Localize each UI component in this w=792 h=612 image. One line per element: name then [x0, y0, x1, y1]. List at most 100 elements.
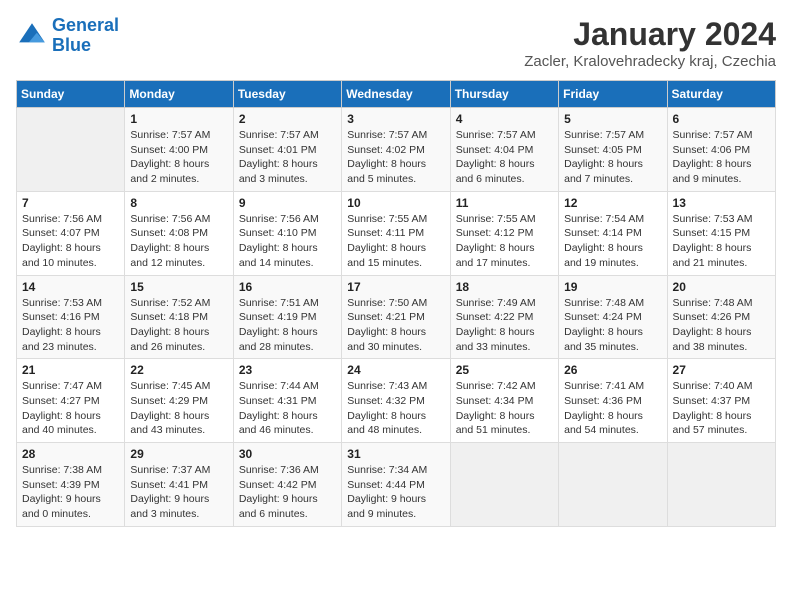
day-info: Sunrise: 7:53 AMSunset: 4:15 PMDaylight:…	[673, 212, 770, 271]
day-info: Sunrise: 7:57 AMSunset: 4:00 PMDaylight:…	[130, 128, 227, 187]
day-cell: 19 Sunrise: 7:48 AMSunset: 4:24 PMDayligh…	[559, 275, 667, 359]
day-number: 17	[347, 280, 444, 294]
logo-icon	[16, 20, 48, 52]
day-cell	[450, 443, 558, 527]
day-cell: 3 Sunrise: 7:57 AMSunset: 4:02 PMDaylight…	[342, 108, 450, 192]
day-cell: 13Sunrise: 7:53 AMSunset: 4:15 PMDayligh…	[667, 191, 775, 275]
day-number: 21	[22, 363, 119, 377]
day-info: Sunrise: 7:57 AMSunset: 4:04 PMDaylight:…	[456, 128, 553, 187]
day-info: Sunrise: 7:57 AMSunset: 4:01 PMDaylight:…	[239, 128, 336, 187]
col-header-thursday: Thursday	[450, 81, 558, 108]
day-info: Sunrise: 7:40 AMSunset: 4:37 PMDaylight:…	[673, 379, 770, 438]
day-info: Sunrise: 7:53 AMSunset: 4:16 PMDaylight:…	[22, 296, 119, 355]
day-number: 14	[22, 280, 119, 294]
day-info: Sunrise: 7:50 AMSunset: 4:21 PMDaylight:…	[347, 296, 444, 355]
day-number: 1	[130, 112, 227, 126]
day-cell: 18Sunrise: 7:49 AMSunset: 4:22 PMDayligh…	[450, 275, 558, 359]
day-info: Sunrise: 7:49 AMSunset: 4:22 PMDaylight:…	[456, 296, 553, 355]
header: General Blue January 2024 Zacler, Kralov…	[16, 16, 776, 70]
day-number: 20	[673, 280, 770, 294]
day-number: 30	[239, 447, 336, 461]
day-number: 23	[239, 363, 336, 377]
day-cell: 12 Sunrise: 7:54 AMSunset: 4:14 PMDayligh…	[559, 191, 667, 275]
week-row-3: 21 Sunrise: 7:47 AMSunset: 4:27 PMDayligh…	[17, 359, 776, 443]
day-cell: 8 Sunrise: 7:56 AMSunset: 4:08 PMDaylight…	[125, 191, 233, 275]
col-header-saturday: Saturday	[667, 81, 775, 108]
day-cell: 16 Sunrise: 7:51 AMSunset: 4:19 PMDayligh…	[233, 275, 341, 359]
day-info: Sunrise: 7:55 AMSunset: 4:12 PMDaylight:…	[456, 212, 553, 271]
day-number: 31	[347, 447, 444, 461]
day-cell: 23 Sunrise: 7:44 AMSunset: 4:31 PMDayligh…	[233, 359, 341, 443]
day-number: 19	[564, 280, 661, 294]
week-row-0: 1 Sunrise: 7:57 AMSunset: 4:00 PMDaylight…	[17, 108, 776, 192]
day-number: 26	[564, 363, 661, 377]
day-number: 8	[130, 196, 227, 210]
col-header-tuesday: Tuesday	[233, 81, 341, 108]
day-cell: 1 Sunrise: 7:57 AMSunset: 4:00 PMDaylight…	[125, 108, 233, 192]
week-row-4: 28 Sunrise: 7:38 AMSunset: 4:39 PMDayligh…	[17, 443, 776, 527]
day-cell: 5 Sunrise: 7:57 AMSunset: 4:05 PMDaylight…	[559, 108, 667, 192]
day-info: Sunrise: 7:57 AMSunset: 4:02 PMDaylight:…	[347, 128, 444, 187]
day-cell: 22 Sunrise: 7:45 AMSunset: 4:29 PMDayligh…	[125, 359, 233, 443]
day-info: Sunrise: 7:51 AMSunset: 4:19 PMDaylight:…	[239, 296, 336, 355]
day-cell: 17 Sunrise: 7:50 AMSunset: 4:21 PMDayligh…	[342, 275, 450, 359]
day-info: Sunrise: 7:44 AMSunset: 4:31 PMDaylight:…	[239, 379, 336, 438]
day-info: Sunrise: 7:57 AMSunset: 4:06 PMDaylight:…	[673, 128, 770, 187]
day-cell: 11 Sunrise: 7:55 AMSunset: 4:12 PMDayligh…	[450, 191, 558, 275]
day-info: Sunrise: 7:57 AMSunset: 4:05 PMDaylight:…	[564, 128, 661, 187]
day-info: Sunrise: 7:43 AMSunset: 4:32 PMDaylight:…	[347, 379, 444, 438]
header-row: SundayMondayTuesdayWednesdayThursdayFrid…	[17, 81, 776, 108]
day-info: Sunrise: 7:42 AMSunset: 4:34 PMDaylight:…	[456, 379, 553, 438]
day-cell: 15 Sunrise: 7:52 AMSunset: 4:18 PMDayligh…	[125, 275, 233, 359]
day-cell: 27Sunrise: 7:40 AMSunset: 4:37 PMDayligh…	[667, 359, 775, 443]
day-number: 15	[130, 280, 227, 294]
col-header-monday: Monday	[125, 81, 233, 108]
day-number: 7	[22, 196, 119, 210]
day-number: 2	[239, 112, 336, 126]
day-info: Sunrise: 7:45 AMSunset: 4:29 PMDaylight:…	[130, 379, 227, 438]
col-header-wednesday: Wednesday	[342, 81, 450, 108]
day-info: Sunrise: 7:56 AMSunset: 4:08 PMDaylight:…	[130, 212, 227, 271]
day-number: 3	[347, 112, 444, 126]
day-number: 22	[130, 363, 227, 377]
day-cell: 4 Sunrise: 7:57 AMSunset: 4:04 PMDaylight…	[450, 108, 558, 192]
day-cell: 26Sunrise: 7:41 AMSunset: 4:36 PMDayligh…	[559, 359, 667, 443]
day-info: Sunrise: 7:38 AMSunset: 4:39 PMDaylight:…	[22, 463, 119, 522]
day-cell: 20 Sunrise: 7:48 AMSunset: 4:26 PMDayligh…	[667, 275, 775, 359]
day-cell: 9 Sunrise: 7:56 AMSunset: 4:10 PMDaylight…	[233, 191, 341, 275]
day-number: 6	[673, 112, 770, 126]
day-info: Sunrise: 7:54 AMSunset: 4:14 PMDaylight:…	[564, 212, 661, 271]
title-area: January 2024 Zacler, Kralovehradecky kra…	[524, 16, 776, 70]
col-header-friday: Friday	[559, 81, 667, 108]
day-number: 29	[130, 447, 227, 461]
day-number: 5	[564, 112, 661, 126]
day-info: Sunrise: 7:52 AMSunset: 4:18 PMDaylight:…	[130, 296, 227, 355]
day-info: Sunrise: 7:56 AMSunset: 4:07 PMDaylight:…	[22, 212, 119, 271]
day-info: Sunrise: 7:47 AMSunset: 4:27 PMDaylight:…	[22, 379, 119, 438]
day-info: Sunrise: 7:37 AMSunset: 4:41 PMDaylight:…	[130, 463, 227, 522]
day-info: Sunrise: 7:36 AMSunset: 4:42 PMDaylight:…	[239, 463, 336, 522]
day-cell: 29 Sunrise: 7:37 AMSunset: 4:41 PMDayligh…	[125, 443, 233, 527]
logo-text: General Blue	[52, 16, 119, 56]
day-number: 9	[239, 196, 336, 210]
day-number: 24	[347, 363, 444, 377]
month-title: January 2024	[524, 16, 776, 53]
day-info: Sunrise: 7:48 AMSunset: 4:24 PMDaylight:…	[564, 296, 661, 355]
week-row-1: 7 Sunrise: 7:56 AMSunset: 4:07 PMDaylight…	[17, 191, 776, 275]
logo-line2: Blue	[52, 35, 91, 55]
day-number: 11	[456, 196, 553, 210]
day-cell: 2 Sunrise: 7:57 AMSunset: 4:01 PMDaylight…	[233, 108, 341, 192]
day-cell	[559, 443, 667, 527]
day-cell: 28 Sunrise: 7:38 AMSunset: 4:39 PMDayligh…	[17, 443, 125, 527]
day-cell: 21 Sunrise: 7:47 AMSunset: 4:27 PMDayligh…	[17, 359, 125, 443]
day-number: 16	[239, 280, 336, 294]
day-cell: 7 Sunrise: 7:56 AMSunset: 4:07 PMDaylight…	[17, 191, 125, 275]
day-number: 28	[22, 447, 119, 461]
day-number: 4	[456, 112, 553, 126]
day-info: Sunrise: 7:48 AMSunset: 4:26 PMDaylight:…	[673, 296, 770, 355]
day-info: Sunrise: 7:55 AMSunset: 4:11 PMDaylight:…	[347, 212, 444, 271]
calendar-table: SundayMondayTuesdayWednesdayThursdayFrid…	[16, 80, 776, 527]
day-info: Sunrise: 7:56 AMSunset: 4:10 PMDaylight:…	[239, 212, 336, 271]
day-number: 12	[564, 196, 661, 210]
day-cell: 31Sunrise: 7:34 AMSunset: 4:44 PMDayligh…	[342, 443, 450, 527]
